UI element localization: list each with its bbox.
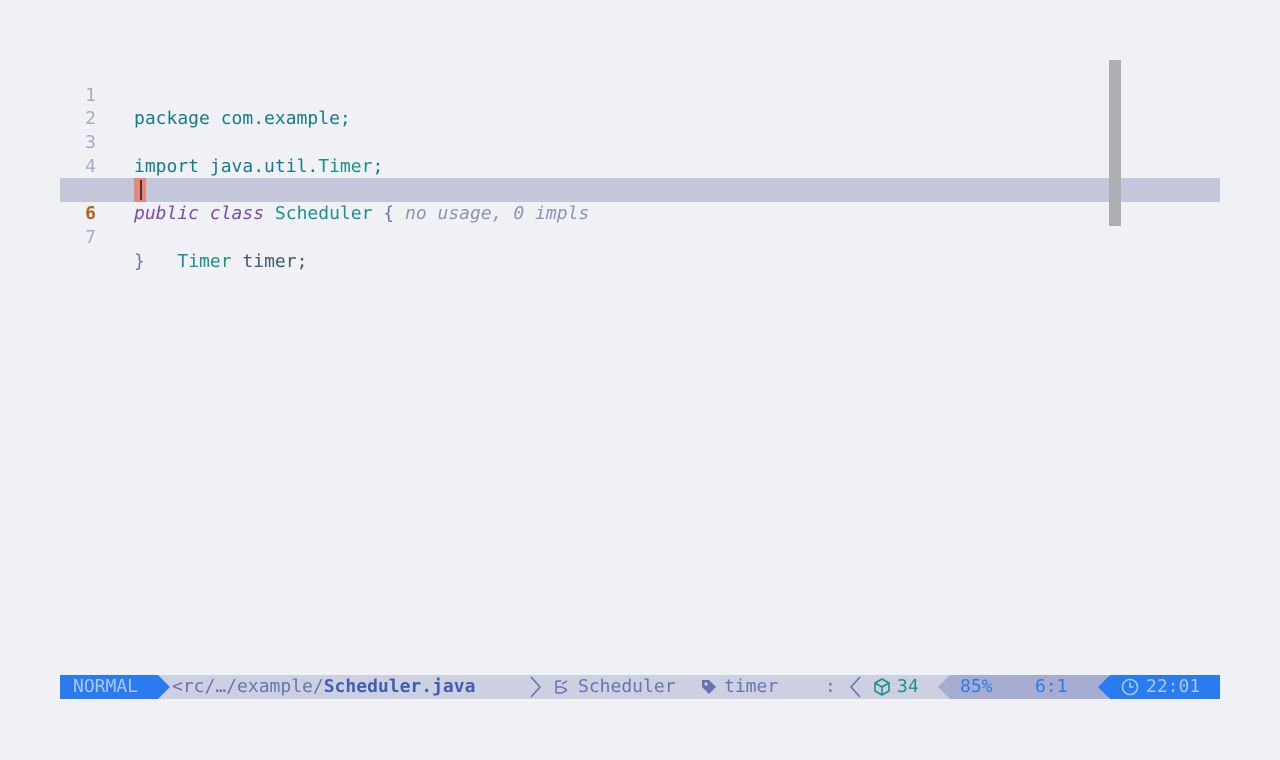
package-count[interactable]: 34 [873,675,919,699]
code-line-4[interactable]: 4 [60,131,1220,177]
package-icon [873,677,891,697]
breadcrumb-field[interactable]: timer [700,675,778,699]
breadcrumb-class[interactable]: Scheduler [552,675,676,699]
code-line-6[interactable]: 6 Timer timer; [60,178,1220,272]
code-line-3[interactable]: 3 import java.util.Timer; [60,107,1220,177]
class-icon [552,677,572,697]
chevron-right-icon [528,675,542,699]
status-line: NORMAL <rc/…/example/Scheduler.java Sche… [60,675,1220,699]
mode-indicator: NORMAL [60,675,170,699]
clock: 22:01 [1120,675,1200,699]
clock-icon [1120,677,1140,697]
code-line-2[interactable]: 2 [60,84,1220,129]
code-text: } [134,250,145,272]
tag-icon [700,678,718,696]
cursor-position[interactable]: 6:1 [1035,675,1068,699]
file-path[interactable]: <rc/…/example/Scheduler.java [172,675,475,699]
line-number: 7 [85,226,96,248]
separator: : [825,676,836,697]
code-line-7[interactable]: 7 } [60,202,1220,272]
editor-pane[interactable]: 1 package com.example; 2 3 import java.u… [60,60,1220,272]
code-line-5[interactable]: 5 public class Scheduler { no usage, 0 i… [60,155,1220,224]
text-cursor [134,178,146,203]
scrollbar[interactable] [1109,60,1121,226]
file-name: Scheduler.java [323,676,476,697]
chevron-left-icon [848,675,862,699]
scroll-percent: 85% [960,676,993,697]
code-line-1[interactable]: 1 package com.example; [60,60,1220,130]
code-text: Timer timer; [177,250,308,272]
